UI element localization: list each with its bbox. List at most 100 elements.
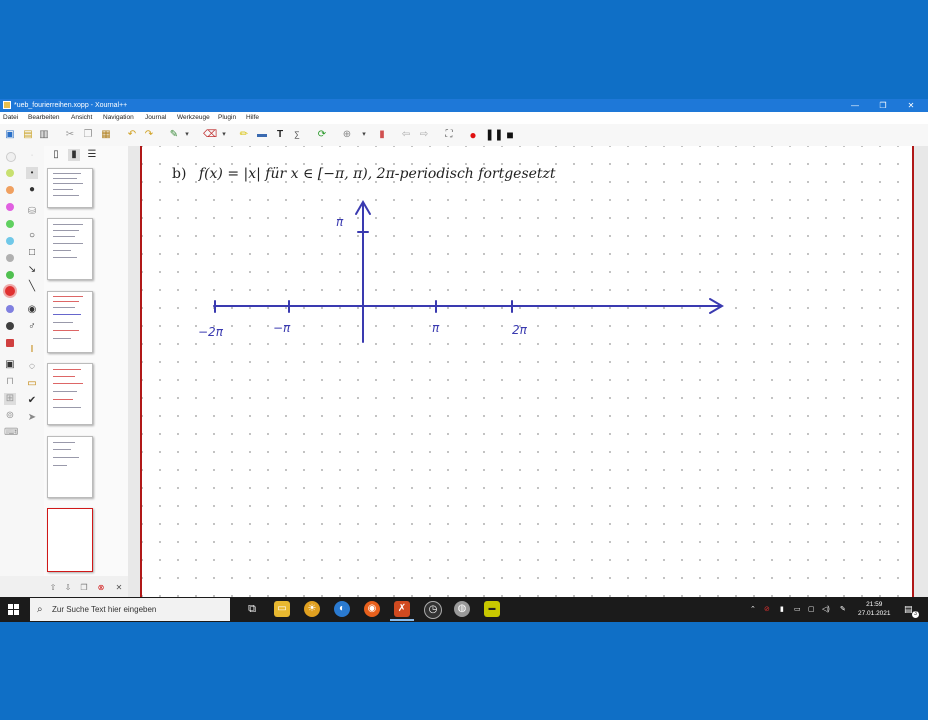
grid-icon[interactable]: ⊞	[4, 393, 16, 405]
lasso-icon[interactable]: ◌	[26, 361, 38, 373]
color-swatch[interactable]	[6, 322, 14, 330]
highlighter-icon[interactable]: ✏	[238, 129, 250, 141]
minimize-button[interactable]: —	[842, 99, 868, 112]
zoom-icon[interactable]: ⊕	[341, 129, 353, 141]
open-icon[interactable]: ▤	[22, 129, 34, 141]
color-swatch[interactable]	[6, 271, 14, 279]
app-icon[interactable]: ◐	[334, 601, 350, 617]
ruler-icon[interactable]: ♂	[26, 321, 38, 333]
xournal-icon[interactable]: ✗	[390, 601, 414, 621]
start-button[interactable]	[8, 604, 19, 615]
forward-icon[interactable]: ⇨	[418, 129, 430, 141]
fill-icon[interactable]: ⛁	[26, 206, 38, 218]
keyboard-icon[interactable]: ⌨	[4, 427, 18, 439]
task-view-icon[interactable]: ⧉	[244, 601, 260, 617]
select-rect-icon[interactable]: ▭	[26, 378, 38, 390]
copy-icon[interactable]: ❐	[82, 129, 94, 141]
save-icon[interactable]: ▥	[38, 129, 50, 141]
notification-icon[interactable]: ▤	[904, 597, 913, 622]
stop-icon[interactable]: ■	[504, 129, 516, 141]
refresh-icon[interactable]: ⟳	[316, 129, 328, 141]
text-tool-icon[interactable]: T	[274, 129, 286, 141]
eraser-icon[interactable]: ⌫	[203, 129, 217, 141]
menu-ansicht[interactable]: Ansicht	[71, 112, 92, 124]
color-swatch[interactable]	[6, 305, 14, 313]
record-icon[interactable]: ●	[467, 129, 479, 141]
color-swatch[interactable]	[6, 152, 16, 162]
layers-tab-icon[interactable]: ▯	[50, 149, 62, 161]
volume-icon[interactable]: ◁)	[822, 597, 830, 622]
back-icon[interactable]: ⇦	[400, 129, 412, 141]
page-thumbnail[interactable]	[47, 218, 93, 280]
tex-icon[interactable]: ∑	[291, 129, 303, 141]
firefox-icon[interactable]: ◉	[364, 601, 380, 617]
ellipse-icon[interactable]: ○	[26, 230, 38, 242]
checkmark-icon[interactable]: ✔	[26, 395, 38, 407]
delete-page-icon[interactable]: ⊗	[96, 583, 106, 593]
pages-tab-icon[interactable]: ▮	[68, 149, 80, 161]
pen-tool-icon[interactable]: ✎	[168, 129, 180, 141]
app-icon[interactable]: ◍	[454, 601, 470, 617]
network-icon[interactable]: ▢	[808, 597, 815, 622]
layers-stack-icon[interactable]: ☰	[86, 149, 98, 161]
dot-size-icon[interactable]: •	[26, 167, 38, 179]
chevron-down-icon[interactable]: ▾	[181, 129, 193, 141]
paste-icon[interactable]: ▦	[100, 129, 112, 141]
fullscreen-icon[interactable]: ⛶	[443, 129, 455, 141]
pen-tray-icon[interactable]: ✎	[840, 597, 846, 622]
line-icon[interactable]: ╲	[26, 281, 38, 293]
menu-werkzeuge[interactable]: Werkzeuge	[177, 112, 210, 124]
delete-page-icon[interactable]: ▮	[376, 129, 388, 141]
image-icon[interactable]: ▬	[256, 129, 268, 141]
pause-icon[interactable]: ❚❚	[485, 129, 503, 141]
menu-bearbeiten[interactable]: Bearbeiten	[28, 112, 59, 124]
move-page-down-icon[interactable]: ⇩	[63, 583, 73, 593]
page-thumbnail[interactable]	[47, 168, 93, 208]
new-document-icon[interactable]: ▣	[4, 129, 16, 141]
tray-chevron-icon[interactable]: ⌃	[750, 597, 756, 622]
color-swatch-selected[interactable]	[5, 286, 15, 296]
layer-icon[interactable]: ▣	[4, 359, 16, 371]
page-thumbnail[interactable]	[47, 291, 93, 353]
chevron-down-icon[interactable]: ▾	[358, 129, 370, 141]
shape-recognizer-icon[interactable]: ◉	[26, 304, 38, 316]
menu-navigation[interactable]: Navigation	[103, 112, 134, 124]
file-explorer-icon[interactable]: ▭	[274, 601, 290, 617]
lock-icon[interactable]: ⊓	[4, 376, 16, 388]
menu-journal[interactable]: Journal	[145, 112, 166, 124]
pointer-icon[interactable]: ➤	[26, 412, 38, 424]
app-icon[interactable]: ☀	[304, 601, 320, 617]
document-page[interactable]: b) f(x) = |x| für x ∈ [−π, π), 2π-period…	[140, 146, 914, 597]
menu-plugin[interactable]: Plugin	[218, 112, 236, 124]
chevron-down-icon[interactable]: ▾	[218, 129, 230, 141]
dot-size-icon[interactable]: ·	[26, 150, 38, 162]
page-thumbnail[interactable]	[47, 363, 93, 425]
app-icon[interactable]: ▬	[484, 601, 500, 617]
cut-icon[interactable]: ✂	[64, 129, 76, 141]
menu-hilfe[interactable]: Hilfe	[246, 112, 259, 124]
color-swatch[interactable]	[6, 169, 14, 177]
tray-mic-icon[interactable]: ▮	[780, 597, 784, 622]
move-page-up-icon[interactable]: ⇧	[48, 583, 58, 593]
text-cursor-icon[interactable]: Ⅰ	[26, 344, 38, 356]
close-button[interactable]: ✕	[898, 99, 924, 112]
color-swatch[interactable]	[6, 237, 14, 245]
close-panel-icon[interactable]: ✕	[114, 583, 124, 593]
copy-page-icon[interactable]: ❐	[79, 583, 89, 593]
redo-icon[interactable]: ↷	[143, 129, 155, 141]
rectangle-icon[interactable]: □	[26, 247, 38, 259]
hand-icon[interactable]: ⊚	[4, 410, 16, 422]
undo-icon[interactable]: ↶	[126, 129, 138, 141]
clock[interactable]: 21:59 27.01.2021	[858, 600, 891, 618]
page-thumbnail[interactable]	[47, 436, 93, 498]
color-swatch[interactable]	[6, 203, 14, 211]
dot-size-icon[interactable]: ●	[26, 184, 38, 196]
color-swatch[interactable]	[6, 186, 14, 194]
page-thumbnail-selected[interactable]	[47, 508, 93, 572]
menu-datei[interactable]: Datei	[3, 112, 18, 124]
arrow-icon[interactable]: ↘	[26, 264, 38, 276]
maximize-button[interactable]: ❐	[870, 99, 896, 112]
tray-app-icon[interactable]: ⊘	[764, 597, 770, 622]
taskbar-search[interactable]: ⌕ Zur Suche Text hier eingeben	[30, 598, 230, 621]
color-swatch[interactable]	[6, 220, 14, 228]
